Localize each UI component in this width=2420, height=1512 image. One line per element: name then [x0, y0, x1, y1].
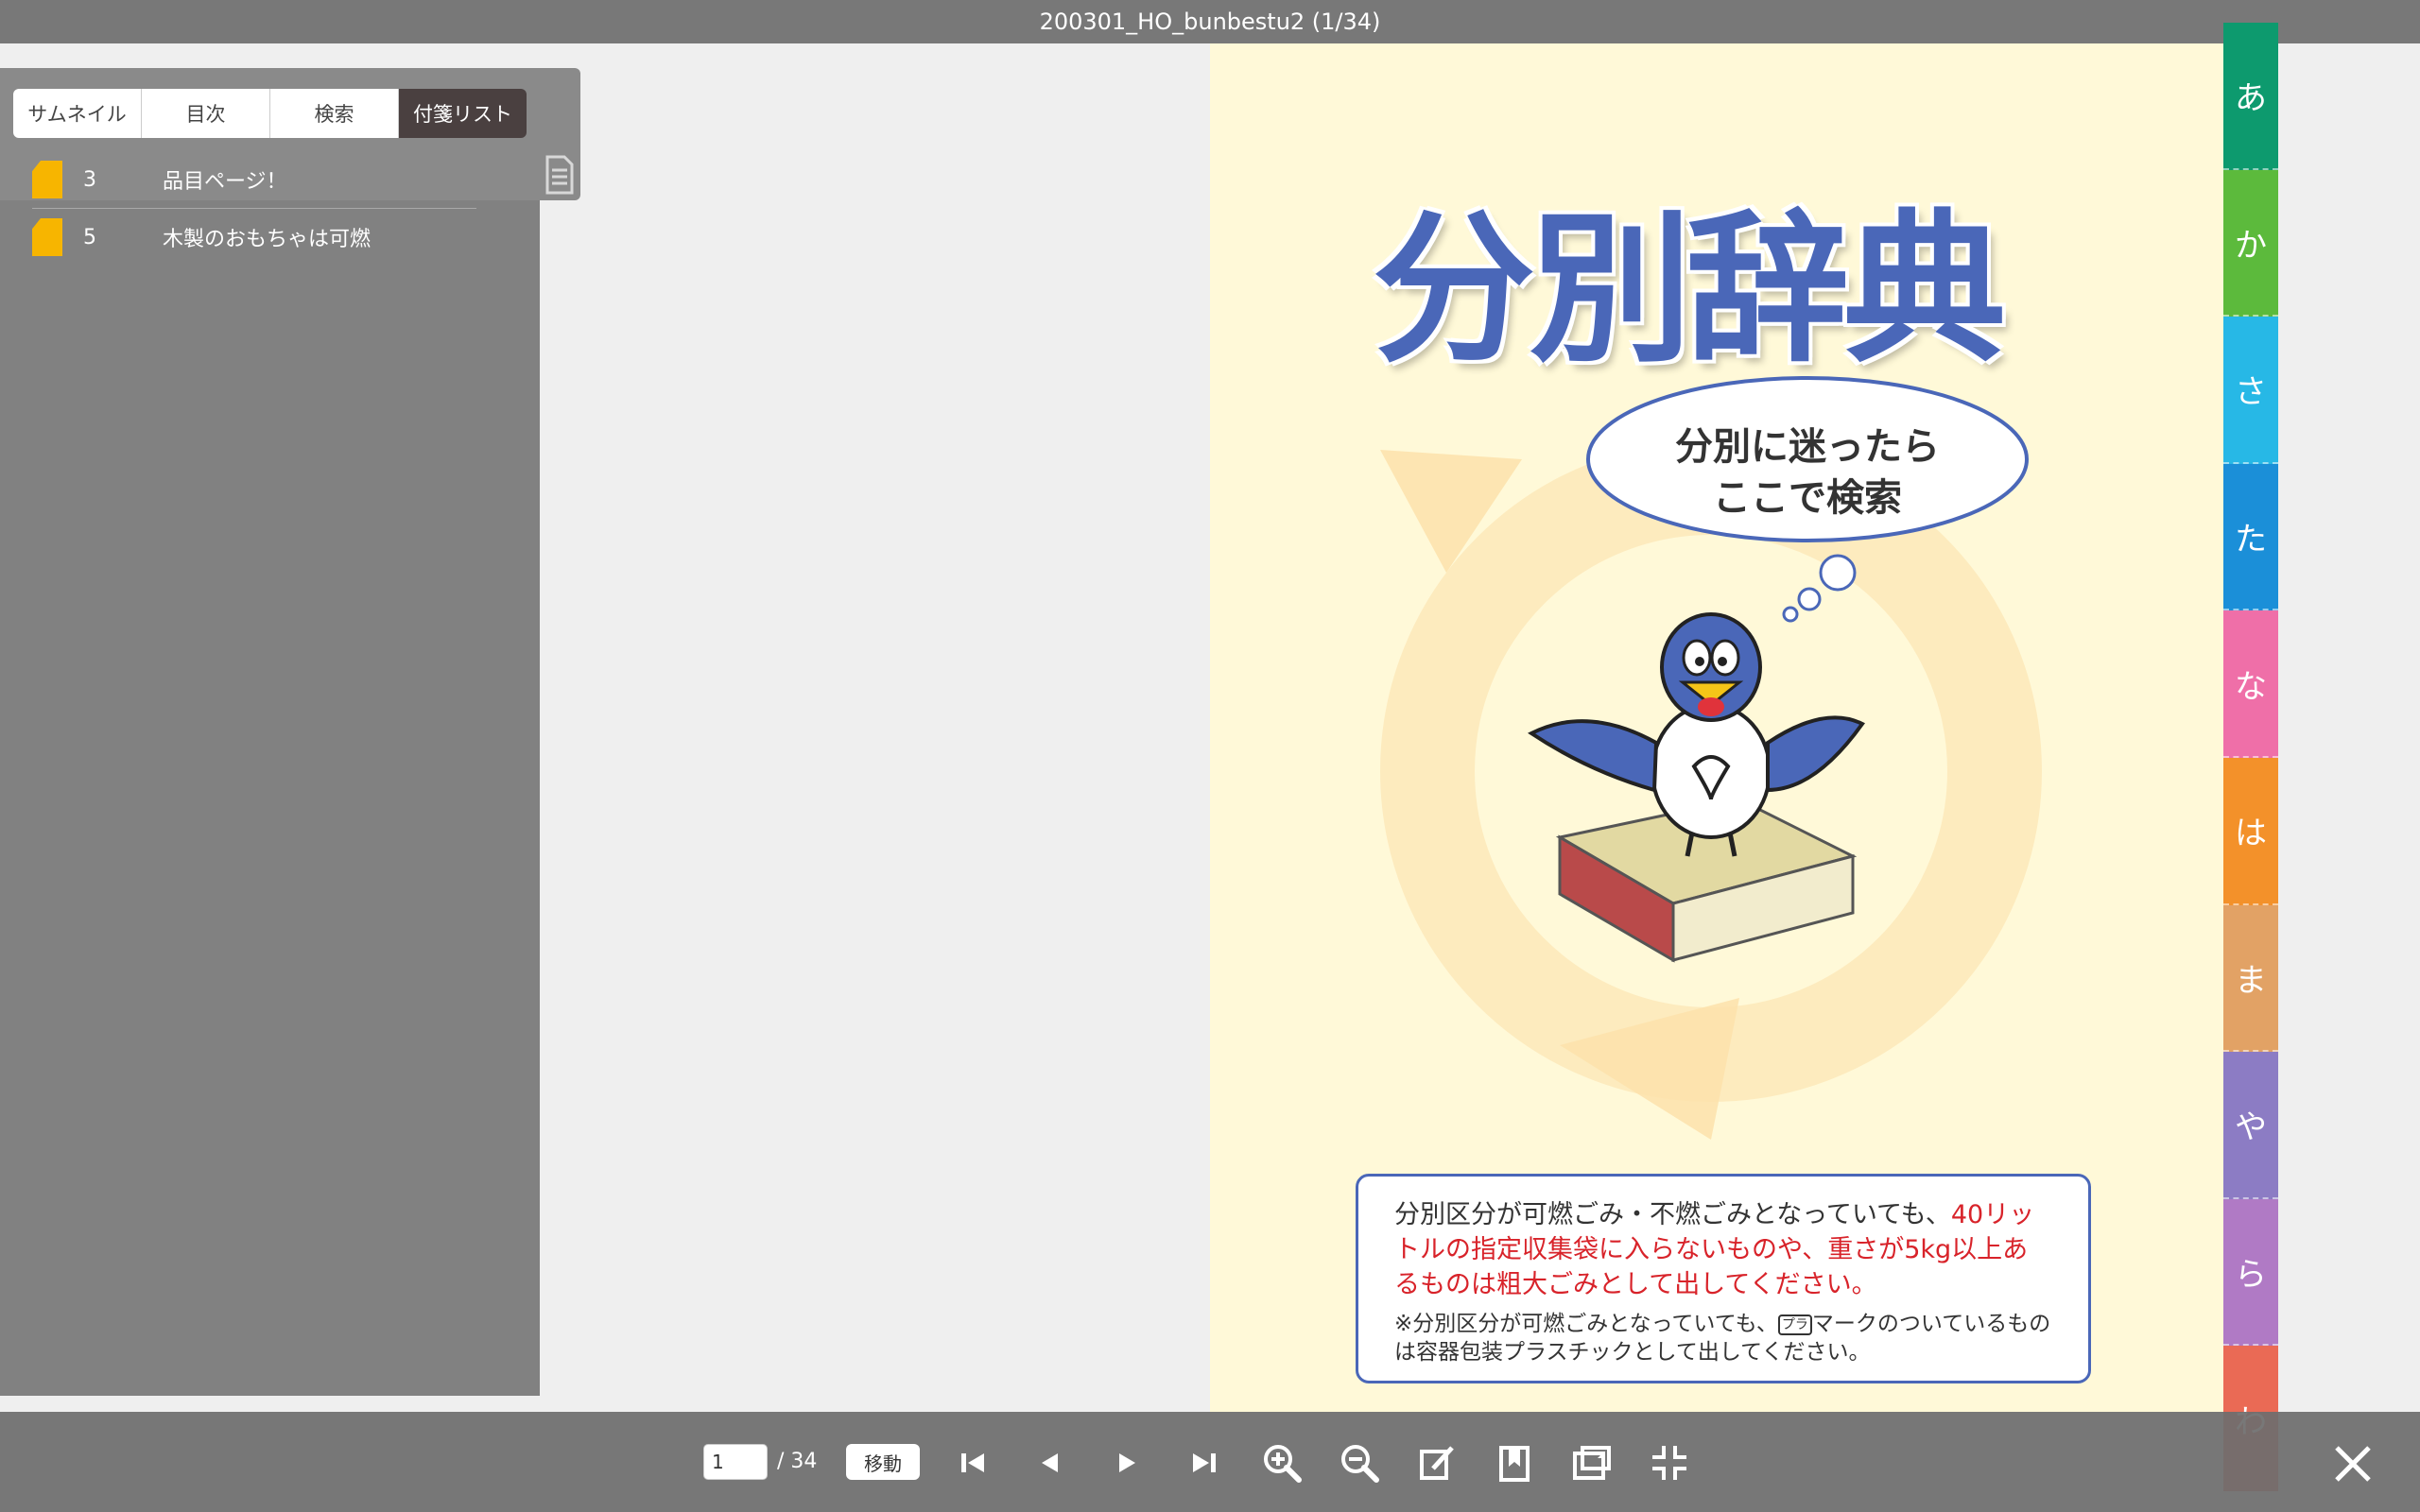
book-page[interactable]: 分別辞典 分別に迷ったら ここで検索 分別区分が可燃ごみ・不燃ごみとなっていても…	[1210, 43, 2223, 1412]
index-tab-ma[interactable]: ま	[2223, 904, 2278, 1053]
close-icon[interactable]	[2329, 1440, 2377, 1487]
note-text: 品目ページ！	[163, 170, 287, 194]
bubble-line-1: 分別に迷ったら	[1675, 425, 1940, 469]
index-tab-a[interactable]: あ	[2223, 23, 2278, 170]
notice-sub: ※分別区分が可燃ごみとなっていても、 プラ マークのついているものは容器包装プラスチ…	[1394, 1310, 2052, 1366]
page-total: / 34	[777, 1450, 818, 1473]
next-page-icon[interactable]	[1104, 1440, 1150, 1486]
sticky-note-icon	[32, 218, 62, 256]
index-tab-sa[interactable]: さ	[2223, 317, 2278, 464]
sticky-note-list: 3 品目ページ！ 5 木製のおもちゃは可燃	[32, 151, 476, 266]
tab-search[interactable]: 検索	[270, 89, 399, 138]
notice-box: 分別区分が可燃ごみ・不燃ごみとなっていても、40リットルの指定収集袋に入らないも…	[1356, 1174, 2091, 1383]
bottom-toolbar: / 34 移動	[0, 1412, 2420, 1512]
bookmark-icon[interactable]	[1492, 1440, 1537, 1486]
index-tab-ha[interactable]: は	[2223, 757, 2278, 905]
tab-toc[interactable]: 目次	[142, 89, 270, 138]
index-tab-na[interactable]: な	[2223, 610, 2278, 758]
tab-sticky-list[interactable]: 付箋リスト	[399, 89, 527, 138]
edit-note-icon[interactable]	[1414, 1440, 1460, 1486]
sticky-note-icon	[32, 161, 62, 198]
share-icon[interactable]	[1569, 1440, 1615, 1486]
tab-thumbnails[interactable]: サムネイル	[13, 89, 142, 138]
notice-main: 分別区分が可燃ごみ・不燃ごみとなっていても、40リットルの指定収集袋に入らないも…	[1394, 1197, 2052, 1302]
sticky-note-panel	[0, 68, 540, 1396]
note-page-number: 5	[83, 225, 96, 249]
zoom-in-icon[interactable]	[1259, 1440, 1305, 1486]
notice-text: 分別区分が可燃ごみ・不燃ごみとなっていても、	[1394, 1200, 1951, 1229]
index-tab-ka[interactable]: か	[2223, 169, 2278, 318]
notice-sub-text: ※分別区分が可燃ごみとなっていても、	[1394, 1312, 1778, 1336]
sticky-note-item[interactable]: 5 木製のおもちゃは可燃	[32, 209, 476, 266]
document-icon[interactable]	[544, 155, 576, 195]
exit-fullscreen-icon[interactable]	[1647, 1440, 1692, 1486]
page-number-input[interactable]	[703, 1444, 768, 1480]
window-title: 200301_HO_bunbestu2 (1/34)	[1039, 9, 1381, 35]
prev-page-icon[interactable]	[1028, 1440, 1073, 1486]
index-tab-ya[interactable]: や	[2223, 1052, 2278, 1199]
go-button[interactable]: 移動	[846, 1444, 920, 1480]
first-page-icon[interactable]	[950, 1440, 995, 1486]
page-title: 分別辞典	[1373, 195, 2006, 385]
panel-tabs: サムネイル 目次 検索 付箋リスト	[13, 89, 527, 138]
speech-bubble-text: 分別に迷ったら ここで検索	[1588, 421, 2027, 524]
note-text: 木製のおもちゃは可燃	[163, 228, 372, 251]
bubble-line-2: ここで検索	[1713, 476, 1902, 520]
plastic-mark-icon: プラ	[1777, 1314, 1812, 1335]
zoom-out-icon[interactable]	[1337, 1440, 1382, 1486]
last-page-icon[interactable]	[1182, 1440, 1227, 1486]
index-tab-ra[interactable]: ら	[2223, 1198, 2278, 1347]
index-tabs: あ か さ た な は ま や ら わ	[2223, 23, 2278, 1491]
sticky-note-item[interactable]: 3 品目ページ！	[32, 151, 476, 209]
note-page-number: 3	[83, 167, 96, 192]
title-bar: 200301_HO_bunbestu2 (1/34)	[0, 0, 2420, 43]
index-tab-ta[interactable]: た	[2223, 463, 2278, 611]
